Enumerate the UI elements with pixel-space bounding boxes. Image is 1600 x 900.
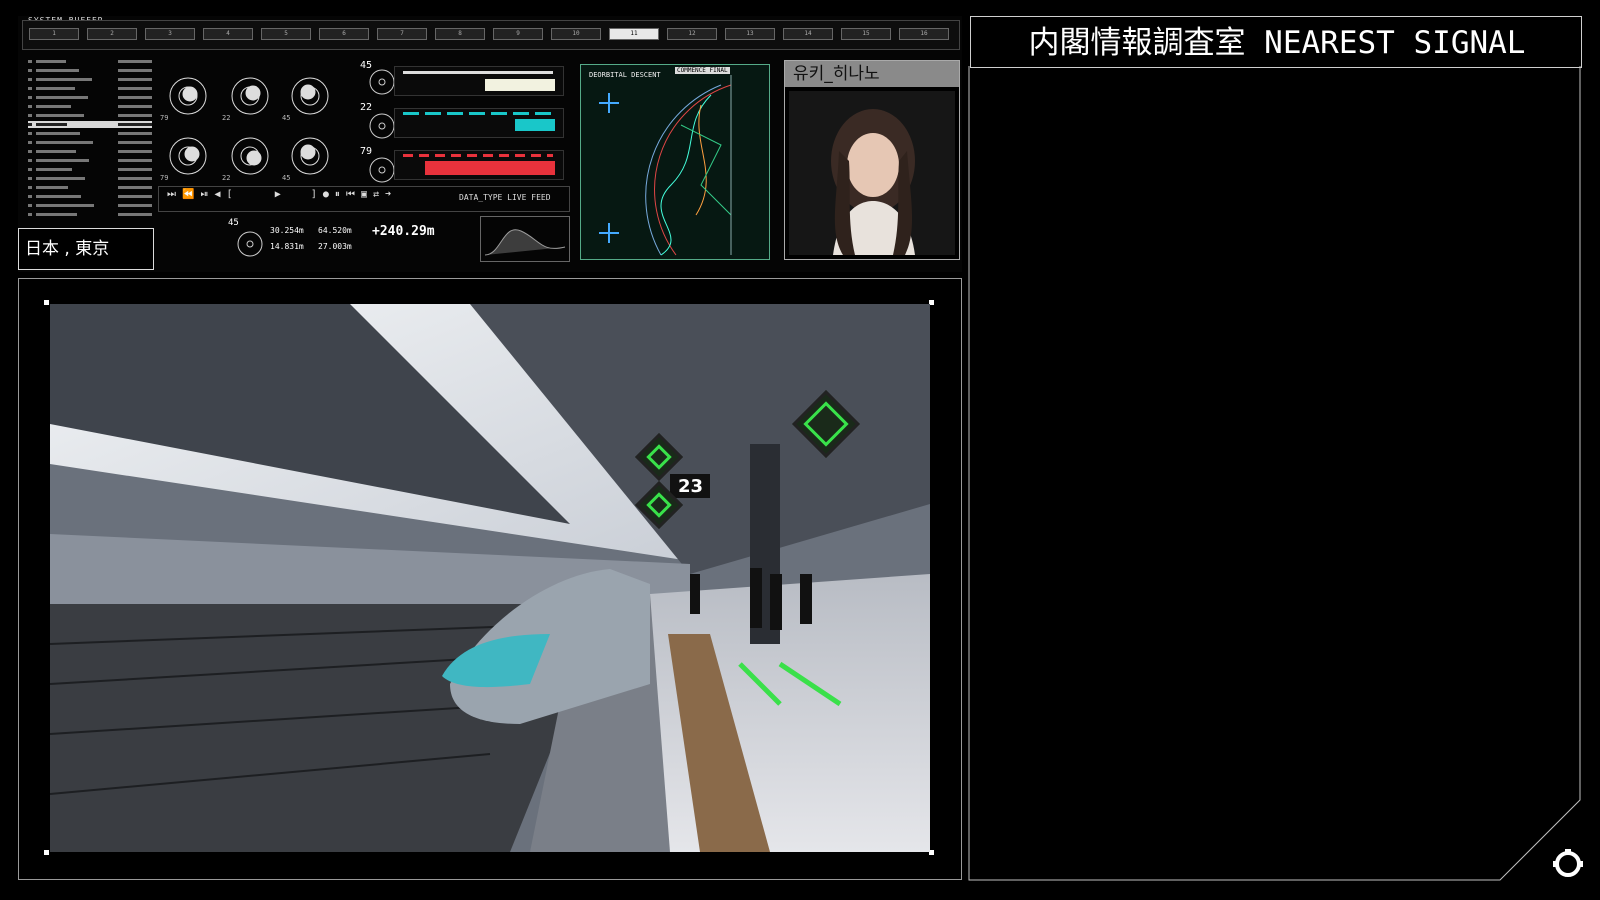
list-item[interactable] [28, 112, 152, 119]
list-item[interactable] [28, 94, 152, 101]
tab-8[interactable]: 8 [435, 28, 485, 40]
media-controls[interactable]: ⏭ ⏪ ⏯ ◀ [ ▶ ] ● ⏸ ⏮ ▣ ⇄ ➜ DATA_TYPE LIVE… [158, 186, 570, 212]
profile-card[interactable]: 유키_히나노 [784, 60, 960, 260]
tab-7[interactable]: 7 [377, 28, 427, 40]
readout-a2: 64.520m [318, 226, 352, 235]
level-bar-red [394, 150, 564, 180]
feed-label: DATA_TYPE LIVE FEED [459, 193, 551, 202]
list-item[interactable] [28, 85, 152, 92]
list-item[interactable] [28, 103, 152, 110]
right-panel-frame [968, 66, 1581, 881]
readout-a4: 27.003m [318, 242, 352, 251]
signal-icon[interactable] [1550, 846, 1586, 882]
file-list[interactable] [28, 58, 152, 224]
tab-11[interactable]: 11 [609, 28, 659, 40]
list-item[interactable] [28, 130, 152, 137]
tab-3[interactable]: 3 [145, 28, 195, 40]
profile-name: 유키_히나노 [785, 61, 959, 87]
list-item[interactable] [28, 76, 152, 83]
transport-icons[interactable]: ⏭ ⏪ ⏯ ◀ [ ▶ ] ● ⏸ ⏮ ▣ ⇄ ➜ [167, 189, 391, 200]
tab-15[interactable]: 15 [841, 28, 891, 40]
tab-13[interactable]: 13 [725, 28, 775, 40]
platform-sign: 23 [678, 476, 703, 497]
gauge-value: 45 [282, 174, 291, 182]
level-bar-cyan [394, 108, 564, 138]
radar-gauge-grid: 79 22 45 79 22 45 [158, 62, 354, 182]
orbital-map: DEORBITAL DESCENT COMMENCE FINAL [580, 64, 770, 260]
page-title: 内閣情報調査室 NEAREST SIGNAL [1028, 25, 1526, 61]
gauge-value: 79 [160, 114, 169, 122]
list-item[interactable] [28, 184, 152, 191]
bottom-dial: 45 [228, 218, 268, 262]
level-bar-white [394, 66, 564, 96]
readout-block: 30.254m 64.520m 14.831m 27.003m [270, 226, 380, 260]
location-box: 日本 , 東京 [18, 228, 154, 270]
title-box: 内閣情報調査室 NEAREST SIGNAL [970, 16, 1582, 68]
tab-2[interactable]: 2 [87, 28, 137, 40]
tab-bar: 1 2 3 4 5 6 7 8 9 10 11 12 13 14 15 16 [22, 20, 960, 50]
list-item[interactable] [28, 157, 152, 164]
tab-12[interactable]: 12 [667, 28, 717, 40]
main-readout: +240.29m [372, 224, 435, 239]
wave-graph [480, 216, 570, 262]
list-item[interactable] [28, 175, 152, 182]
tab-6[interactable]: 6 [319, 28, 369, 40]
readout-a3: 14.831m [270, 242, 304, 251]
list-item[interactable] [28, 139, 152, 146]
tab-10[interactable]: 10 [551, 28, 601, 40]
station-photo: 23 [50, 304, 930, 852]
tab-9[interactable]: 9 [493, 28, 543, 40]
gauge-value: 45 [282, 114, 291, 122]
list-item[interactable] [28, 202, 152, 209]
station-scene: 23 [50, 304, 930, 852]
gauge-value: 79 [160, 174, 169, 182]
list-item[interactable] [28, 58, 152, 65]
side-dials: 45 22 79 [358, 60, 394, 190]
tab-1[interactable]: 1 [29, 28, 79, 40]
radar-gauges [169, 77, 329, 175]
list-item[interactable] [28, 121, 152, 128]
tab-5[interactable]: 5 [261, 28, 311, 40]
tab-4[interactable]: 4 [203, 28, 253, 40]
readout-a1: 30.254m [270, 226, 304, 235]
gauge-value: 22 [222, 114, 231, 122]
tab-16[interactable]: 16 [899, 28, 949, 40]
location-label: 日本 , 東京 [25, 239, 110, 259]
list-item[interactable] [28, 193, 152, 200]
profile-portrait [789, 91, 955, 255]
list-item[interactable] [28, 148, 152, 155]
list-item[interactable] [28, 211, 152, 218]
list-item[interactable] [28, 67, 152, 74]
tab-14[interactable]: 14 [783, 28, 833, 40]
gauge-value: 22 [222, 174, 231, 182]
list-item[interactable] [28, 166, 152, 173]
